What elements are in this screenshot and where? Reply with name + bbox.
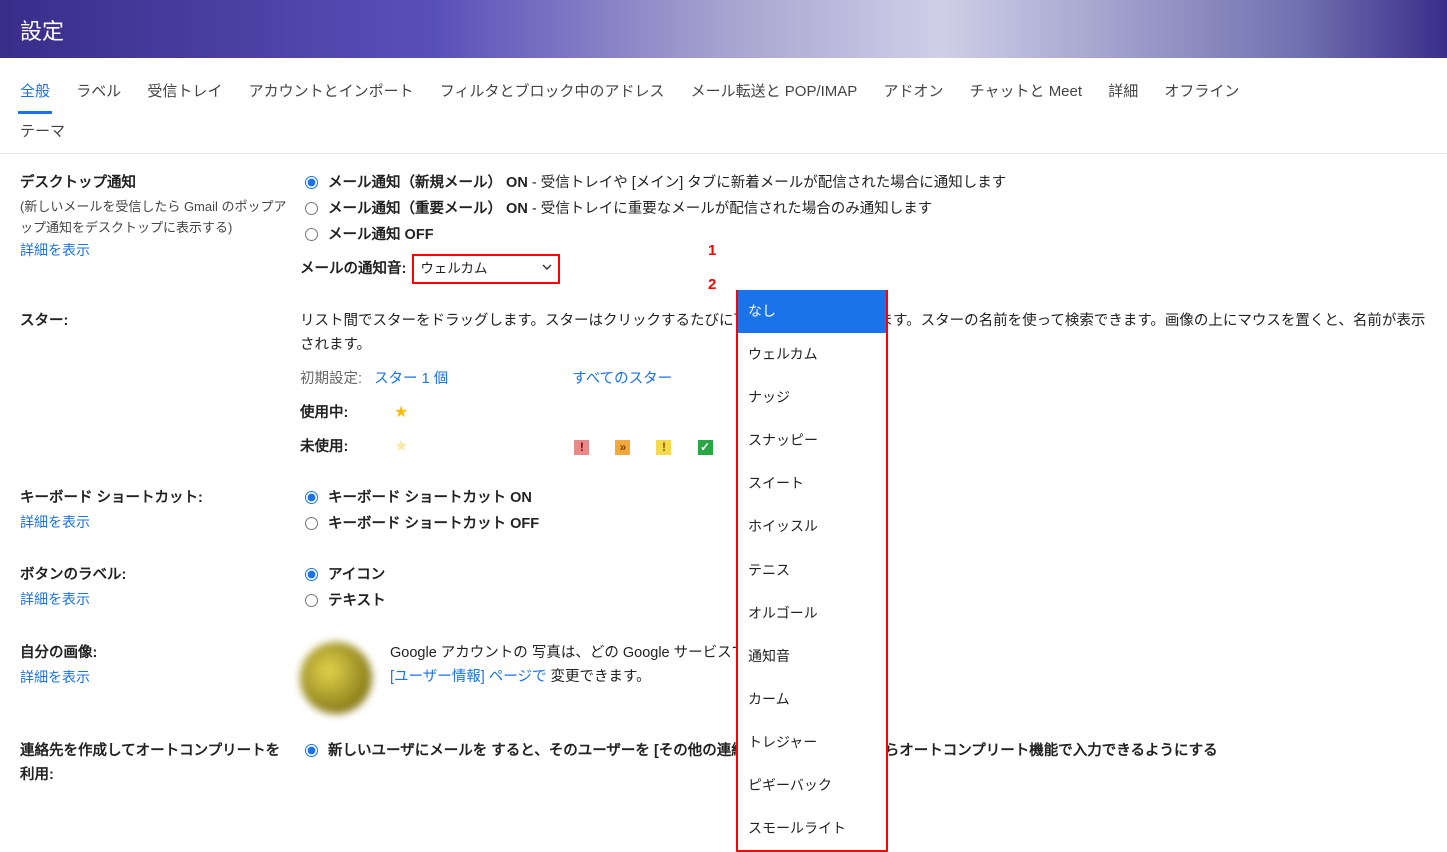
option-label: キーボード ショートカット OFF xyxy=(328,516,539,532)
section-subtitle: (新しいメールを受信したら Gmail のポップアップ通知をデスクトップに表示す… xyxy=(20,196,288,239)
section-title: 自分の画像: xyxy=(20,642,288,666)
preset-one-star[interactable]: スター 1 個 xyxy=(374,371,448,387)
dropdown-item-smalllight[interactable]: スモールライト xyxy=(738,807,886,850)
tab-accounts[interactable]: アカウントとインポート xyxy=(247,70,416,111)
yellow-bang-icon[interactable]: ! xyxy=(656,440,671,455)
section-desktop-notifications: デスクトップ通知 (新しいメールを受信したら Gmail のポップアップ通知をデ… xyxy=(20,172,1427,284)
dropdown-item-musicbox[interactable]: オルゴール xyxy=(738,592,886,635)
tab-forwarding[interactable]: メール転送と POP/IMAP xyxy=(689,70,860,111)
section-shortcuts: キーボード ショートカット: 詳細を表示 キーボード ショートカット ON キー… xyxy=(20,487,1427,539)
red-bang-icon[interactable]: ! xyxy=(574,440,589,455)
tab-inbox[interactable]: 受信トレイ xyxy=(145,70,224,111)
star-yellow-outline-icon[interactable]: ★ xyxy=(394,434,408,460)
learn-more-link[interactable]: 詳細を表示 xyxy=(20,514,90,530)
option-label: テキスト xyxy=(328,593,386,609)
stars-default-label: 初期設定: xyxy=(300,371,362,387)
dropdown-item-none[interactable]: なし xyxy=(738,290,886,333)
learn-more-link[interactable]: 詳細を表示 xyxy=(20,242,90,258)
option-label: アイコン xyxy=(328,567,385,583)
sound-select[interactable]: ウェルカム xyxy=(412,254,560,284)
picture-text-2b: 変更できます。 xyxy=(551,669,651,685)
dropdown-item-snappy[interactable]: スナッピー xyxy=(738,419,886,462)
option-notify-important[interactable]: メール通知（重要メール） ON - 受信トレイに重要なメールが配信された場合のみ… xyxy=(300,198,1427,222)
section-title: 連絡先を作成してオートコンプリートを利用: xyxy=(20,743,280,783)
preset-all-stars[interactable]: すべてのスター xyxy=(572,371,672,387)
section-title: ボタンのラベル: xyxy=(20,564,288,588)
learn-more-link[interactable]: 詳細を表示 xyxy=(20,669,90,685)
option-label: メール通知（重要メール） ON xyxy=(328,201,528,217)
dropdown-item-whistle[interactable]: ホイッスル xyxy=(738,505,886,548)
dropdown-item-sweet[interactable]: スイート xyxy=(738,462,886,505)
dropdown-item-tennis[interactable]: テニス xyxy=(738,549,886,592)
stars-inuse-label: 使用中: xyxy=(300,402,390,426)
sound-selected-value: ウェルカム xyxy=(420,258,487,280)
option-notify-new[interactable]: メール通知（新規メール） ON - 受信トレイや [メイン] タブに新着メールが… xyxy=(300,172,1427,196)
dropdown-item-nudge[interactable]: ナッジ xyxy=(738,376,886,419)
option-desc: - 受信トレイに重要なメールが配信された場合のみ通知します xyxy=(528,201,932,217)
sound-dropdown[interactable]: なし ウェルカム ナッジ スナッピー スイート ホイッスル テニス オルゴール … xyxy=(736,290,888,852)
learn-more-link[interactable]: 詳細を表示 xyxy=(20,591,90,607)
option-label: キーボード ショートカット ON xyxy=(328,490,532,506)
tab-advanced[interactable]: 詳細 xyxy=(1106,70,1140,111)
tab-labels[interactable]: ラベル xyxy=(74,70,123,111)
star-yellow-icon[interactable]: ★ xyxy=(394,400,408,426)
picture-text-1a: Google アカウントの xyxy=(390,645,528,661)
option-label: メール通知 OFF xyxy=(328,227,434,243)
section-title: キーボード ショートカット: xyxy=(20,487,288,511)
stars-notused-label: 未使用: xyxy=(300,436,390,460)
tab-chat[interactable]: チャットと Meet xyxy=(968,70,1084,111)
page-title: 設定 xyxy=(20,19,64,44)
option-desc: - 受信トレイや [メイン] タブに新着メールが配信された場合に通知します xyxy=(528,175,1007,191)
tab-offline[interactable]: オフライン xyxy=(1162,70,1241,111)
dropdown-item-welcome[interactable]: ウェルカム xyxy=(738,333,886,376)
section-stars: スター: リスト間でスターをドラッグします。スターはクリックするたびに下記の順で… xyxy=(20,310,1427,461)
dropdown-item-treasure[interactable]: トレジャー xyxy=(738,721,886,764)
sound-label: メールの通知音: xyxy=(300,261,406,277)
settings-tabs: 全般 ラベル 受信トレイ アカウントとインポート フィルタとブロック中のアドレス… xyxy=(0,58,1447,154)
avatar[interactable] xyxy=(300,642,372,714)
section-button-labels: ボタンのラベル: 詳細を表示 アイコン テキスト xyxy=(20,564,1427,616)
option-label-part1: 新しいユーザにメールを xyxy=(328,743,487,759)
tab-addons[interactable]: アドオン xyxy=(881,70,945,111)
orange-arrows-icon[interactable]: » xyxy=(615,440,630,455)
tab-filters[interactable]: フィルタとブロック中のアドレス xyxy=(438,70,667,111)
option-notify-off[interactable]: メール通知 OFF xyxy=(300,224,1427,248)
tab-general[interactable]: 全般 xyxy=(18,70,52,114)
section-title: デスクトップ通知 xyxy=(20,172,288,196)
about-me-link[interactable]: [ユーザー情報] ページで xyxy=(390,669,547,685)
option-label: メール通知（新規メール） ON xyxy=(328,175,528,191)
tab-themes[interactable]: テーマ xyxy=(18,114,67,153)
green-check-icon[interactable]: ✓ xyxy=(698,440,713,455)
annotation-2: 2 xyxy=(708,273,716,298)
dropdown-item-calm[interactable]: カーム xyxy=(738,678,886,721)
dropdown-item-piggyback[interactable]: ピギーバック xyxy=(738,764,886,807)
section-my-picture: 自分の画像: 詳細を表示 Google アカウントの 写真は、どの Google… xyxy=(20,642,1427,714)
chevron-down-icon xyxy=(542,260,552,278)
section-autocomplete: 連絡先を作成してオートコンプリートを利用: 新しいユーザにメールを すると、その… xyxy=(20,740,1427,788)
dropdown-item-chime[interactable]: 通知音 xyxy=(738,635,886,678)
section-title: スター: xyxy=(20,313,68,329)
